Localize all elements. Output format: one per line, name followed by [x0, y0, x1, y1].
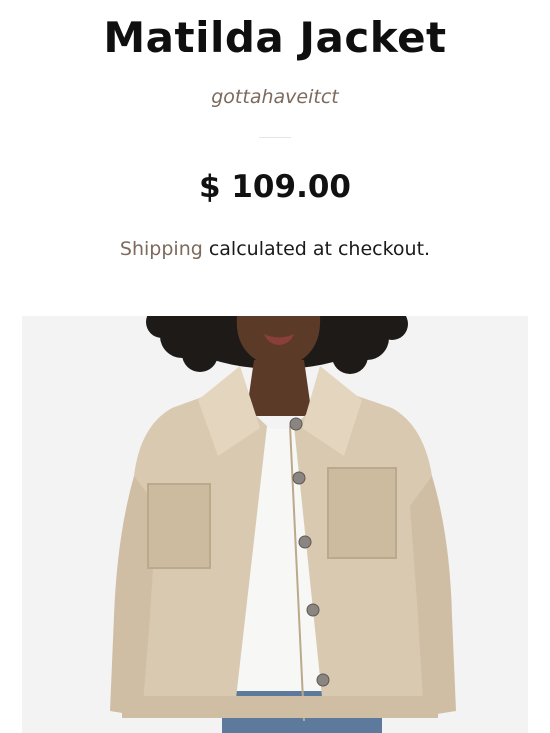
- shipping-link[interactable]: Shipping: [120, 238, 203, 260]
- product-image[interactable]: [22, 316, 528, 733]
- divider: [259, 137, 291, 138]
- product-price: $ 109.00: [199, 169, 351, 205]
- product-title: Matilda Jacket: [103, 13, 447, 62]
- shipping-note-text: calculated at checkout.: [202, 238, 431, 260]
- jacket-photo-illustration: [22, 316, 528, 733]
- shipping-note: Shipping calculated at checkout.: [0, 235, 550, 263]
- vendor-link[interactable]: gottahaveitct: [0, 84, 550, 110]
